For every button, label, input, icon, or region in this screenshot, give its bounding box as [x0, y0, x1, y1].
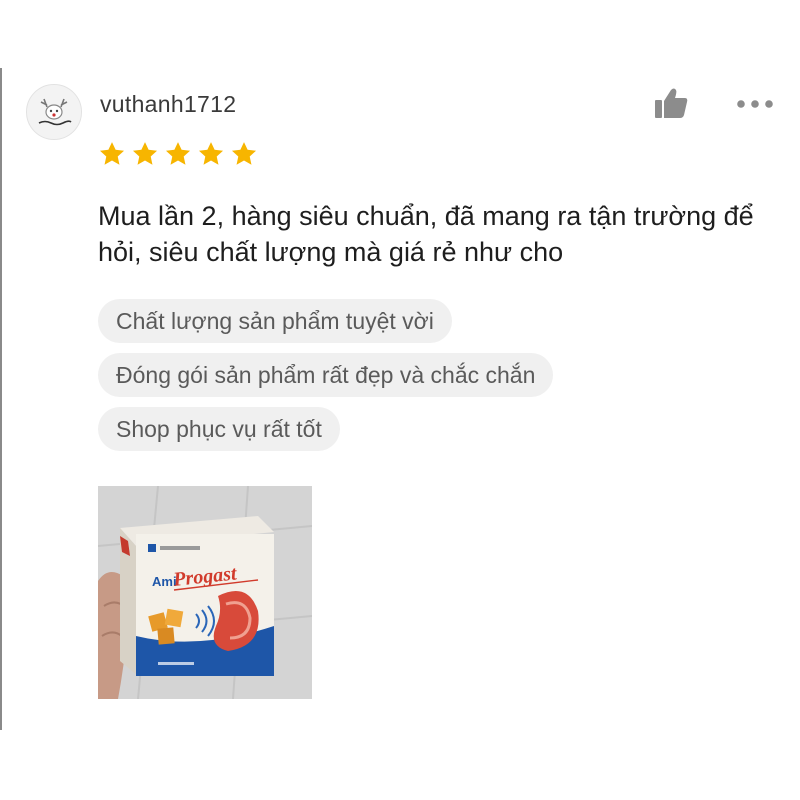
star-icon	[165, 142, 191, 165]
left-divider	[0, 68, 2, 730]
review-card: vuthanh1712 Mua lần 2, hàng siêu chuẩn, …	[0, 0, 800, 800]
review-tag-chip[interactable]: Chất lượng sản phẩm tuyệt vời	[98, 299, 452, 343]
star-icon	[231, 142, 257, 165]
star-icon	[132, 142, 158, 165]
avatar[interactable]	[26, 84, 82, 140]
username[interactable]: vuthanh1712	[100, 91, 236, 118]
user-avatar-icon	[27, 85, 81, 139]
like-button[interactable]	[652, 86, 690, 122]
more-options-button[interactable]	[734, 94, 776, 114]
more-horizontal-icon	[737, 100, 773, 108]
review-photo[interactable]: Ami Progast	[98, 486, 312, 699]
star-rating	[98, 140, 258, 168]
review-text: Mua lần 2, hàng siêu chuẩn, đã mang ra t…	[98, 201, 754, 267]
review-tag-chip[interactable]: Đóng gói sản phẩm rất đẹp và chắc chắn	[98, 353, 554, 397]
product-photo-image: Ami Progast	[98, 486, 312, 699]
thumbs-up-icon	[655, 88, 688, 118]
review-tags: Chất lượng sản phẩm tuyệt vời Đóng gói sả…	[98, 299, 554, 461]
star-icon	[198, 142, 224, 165]
review-tag-chip[interactable]: Shop phục vụ rất tốt	[98, 407, 340, 451]
star-icon	[99, 142, 125, 165]
